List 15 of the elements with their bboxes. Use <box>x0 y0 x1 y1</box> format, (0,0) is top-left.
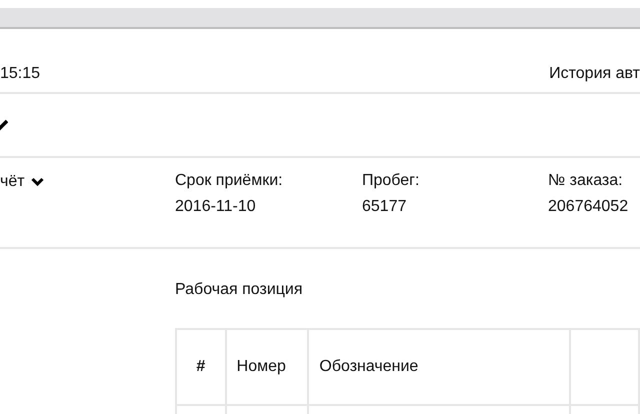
report-dropdown[interactable]: чёт <box>0 172 175 192</box>
field-label: Срок приёмки: <box>175 172 284 190</box>
column-header: Обозначение <box>308 329 570 405</box>
field-label: Пробег: <box>362 172 420 190</box>
field-value: 65177 <box>362 198 408 216</box>
history-link[interactable]: История авт <box>549 64 640 82</box>
field-value: 2016-11-10 <box>175 198 257 216</box>
column-header: Номер <box>226 329 308 405</box>
checkmark-icon <box>0 118 8 132</box>
section-title: Рабочая позиция <box>175 281 304 299</box>
time-text: 15:15 <box>0 64 40 82</box>
chevron-down-icon <box>30 177 44 187</box>
field-value: 206764052 <box>548 198 630 216</box>
column-header: # <box>176 329 226 405</box>
field-label: № заказа: <box>548 172 624 190</box>
